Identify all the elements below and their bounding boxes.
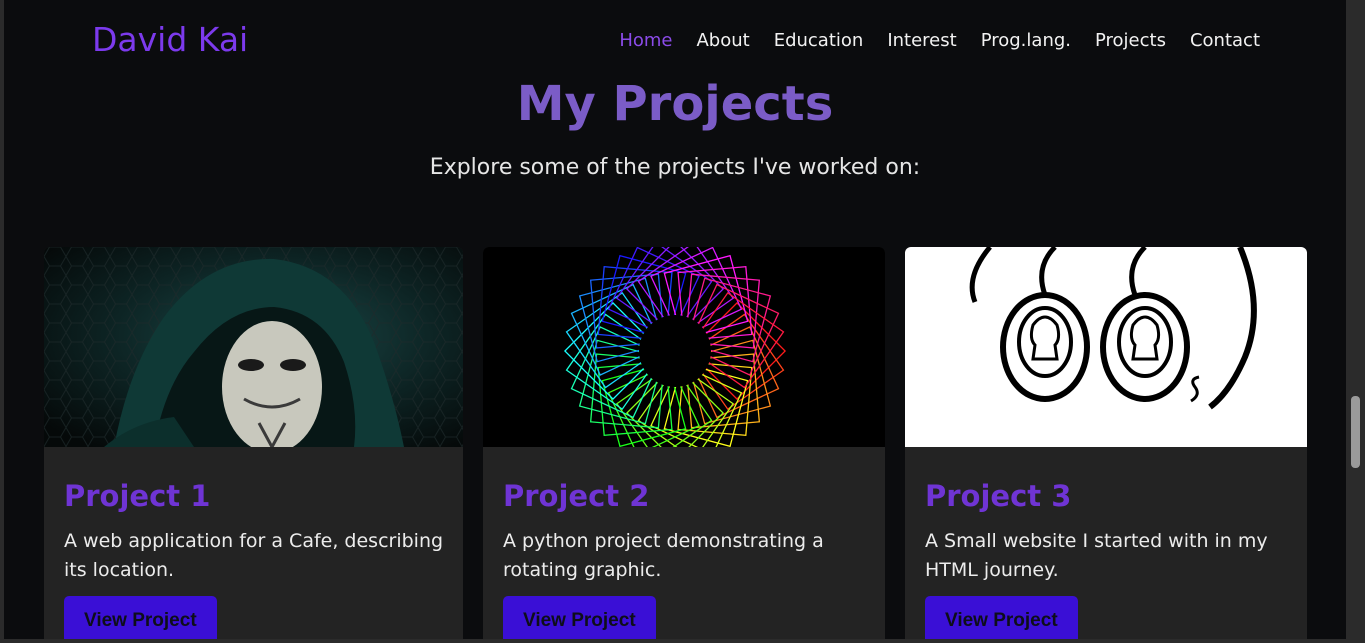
project-2-title: Project 2	[503, 479, 650, 513]
page-viewport: David Kai Home About Education Interest …	[4, 0, 1346, 639]
project-2-view-button[interactable]: View Project	[503, 596, 656, 639]
scrollbar-thumb[interactable]	[1351, 396, 1360, 468]
nav-item-prog-lang[interactable]: Prog.lang.	[981, 30, 1071, 51]
project-3-description: A Small website I started with in my HTM…	[925, 530, 1268, 581]
project-card-2: Project 2 A python project demonstrating…	[483, 247, 885, 639]
nav-item-projects[interactable]: Projects	[1095, 30, 1166, 51]
vertical-scrollbar[interactable]	[1346, 0, 1365, 643]
nav-item-home[interactable]: Home	[619, 30, 672, 51]
project-1-title: Project 1	[64, 479, 211, 513]
nav-item-contact[interactable]: Contact	[1190, 30, 1260, 51]
nav-menu: Home About Education Interest Prog.lang.…	[619, 30, 1260, 51]
page-title: My Projects	[516, 76, 834, 132]
project-1-image	[44, 247, 463, 447]
project-2-image	[483, 247, 885, 447]
project-card-3: Project 3 A Small website I started with…	[905, 247, 1307, 639]
project-3-image	[905, 247, 1307, 447]
nav-item-about[interactable]: About	[696, 30, 749, 51]
nav-item-interest[interactable]: Interest	[887, 30, 956, 51]
navbar: David Kai Home About Education Interest …	[4, 0, 1346, 84]
nav-item-education[interactable]: Education	[774, 30, 864, 51]
window-bottom-edge	[0, 639, 1365, 643]
project-2-description: A python project demonstrating a rotatin…	[503, 530, 824, 581]
project-3-title: Project 3	[925, 479, 1072, 513]
project-1-view-button[interactable]: View Project	[64, 596, 217, 639]
page-subtitle: Explore some of the projects I've worked…	[429, 155, 921, 180]
project-1-description: A web application for a Cafe, describing…	[64, 530, 444, 581]
brand-logo[interactable]: David Kai	[92, 20, 248, 59]
project-card-1: Project 1 A web application for a Cafe, …	[44, 247, 463, 639]
project-3-view-button[interactable]: View Project	[925, 596, 1078, 639]
